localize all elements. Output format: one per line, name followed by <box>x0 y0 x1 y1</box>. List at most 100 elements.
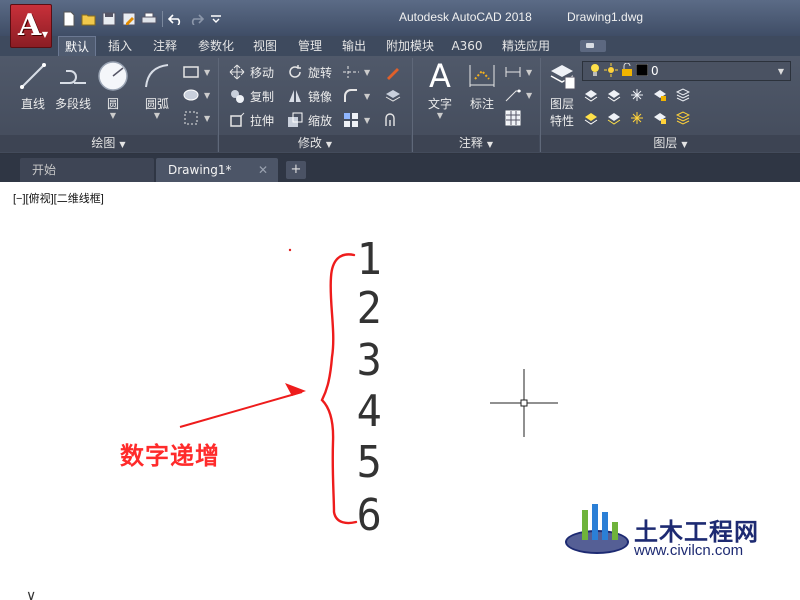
arrow-head-icon <box>285 383 306 396</box>
watermark-url: www.civilcn.com <box>634 542 744 559</box>
chevron-down-icon[interactable]: ▼ <box>204 68 210 77</box>
tab-annotate[interactable]: 注释 <box>144 36 186 56</box>
arc-tool[interactable]: 圆弧 ▼ <box>138 61 176 120</box>
tab-addins[interactable]: 附加模块 <box>378 36 442 56</box>
table-tool[interactable] <box>504 108 522 128</box>
tab-parametric[interactable]: 参数化 <box>190 36 242 56</box>
layer-thaw-icon[interactable] <box>630 111 644 125</box>
undo-icon[interactable] <box>167 10 185 28</box>
redo-icon[interactable] <box>187 10 205 28</box>
stretch-tool[interactable]: 拉伸 <box>228 110 274 130</box>
red-dot <box>288 248 292 252</box>
linear-dim-tool[interactable]: ▼ <box>504 62 532 82</box>
leader-tool[interactable]: ▼ <box>504 85 532 105</box>
text-tool[interactable]: A 文字 ▼ <box>422 57 458 120</box>
chevron-down-icon[interactable]: ▼ <box>422 112 458 120</box>
tab-home[interactable]: 默认 <box>58 36 96 56</box>
ribbon-tab-bar: 默认 插入 注释 参数化 视图 管理 输出 附加模块 A360 精选应用 <box>0 36 800 56</box>
new-icon[interactable] <box>60 10 78 28</box>
layer-properties-tool[interactable]: 图层 特性 <box>544 61 580 129</box>
layer-lock-icon[interactable] <box>653 88 667 102</box>
save-icon[interactable] <box>100 10 118 28</box>
panel-title-annotation[interactable]: 注释 ▼ <box>413 135 539 152</box>
layer-on-icon[interactable] <box>584 111 598 125</box>
chevron-down-icon[interactable]: ▼ <box>138 112 176 120</box>
scale-tool[interactable]: 缩放 <box>286 110 332 130</box>
layer-off-icon[interactable] <box>584 88 598 102</box>
tab-insert[interactable]: 插入 <box>100 36 140 56</box>
tab-a360[interactable]: A360 <box>446 36 488 56</box>
explode-tool[interactable] <box>384 86 402 106</box>
fillet-tool[interactable]: ▼ <box>342 86 370 106</box>
chevron-down-icon[interactable]: ▼ <box>364 68 370 77</box>
chevron-down-icon[interactable]: ▼ <box>96 112 130 120</box>
table-icon <box>504 109 522 127</box>
dimension-tool[interactable]: 标注 <box>464 61 500 112</box>
tab-manage[interactable]: 管理 <box>288 36 332 56</box>
polyline-icon <box>56 61 90 91</box>
saveas-icon[interactable] <box>120 10 138 28</box>
move-tool[interactable]: 移动 <box>228 62 274 82</box>
open-icon[interactable] <box>80 10 98 28</box>
chevron-down-icon[interactable]: ▼ <box>364 116 370 125</box>
layer-dropdown[interactable]: 0 ▼ <box>582 61 791 81</box>
drawing-tab-label: Drawing1* <box>168 163 232 177</box>
rotate-tool[interactable]: 旋转 <box>286 62 332 82</box>
rectangle-icon <box>182 63 200 81</box>
chevron-down-icon: ▼ <box>486 140 494 149</box>
tab-featured-apps[interactable]: 精选应用 <box>494 36 558 56</box>
layer-isolate-icon[interactable] <box>607 88 621 102</box>
color-swatch-icon <box>635 63 649 79</box>
tab-view[interactable]: 视图 <box>246 36 284 56</box>
ribbon-options-icon[interactable] <box>580 40 606 52</box>
offset-tool[interactable] <box>384 110 402 130</box>
trim-tool[interactable]: ▼ <box>342 62 370 82</box>
chevron-down-icon[interactable]: ▼ <box>526 91 532 100</box>
app-name: Autodesk AutoCAD 2018 <box>399 10 532 24</box>
panel-title-draw[interactable]: 绘图 ▼ <box>0 135 217 152</box>
mirror-icon <box>286 87 304 105</box>
scale-icon <box>286 111 304 129</box>
panel-title-layers[interactable]: 图层 ▼ <box>541 135 800 152</box>
new-tab-button[interactable]: + <box>286 161 306 179</box>
layer-current-icon[interactable] <box>675 111 691 125</box>
circle-tool[interactable]: 圆 ▼ <box>96 61 130 120</box>
polyline-tool[interactable]: 多段线 <box>53 61 93 112</box>
mirror-tool[interactable]: 镜像 <box>286 86 332 106</box>
quick-access-toolbar <box>60 10 225 28</box>
red-annotation-text: 数字递增 <box>120 442 220 470</box>
lightbulb-icon <box>589 63 601 80</box>
move-icon <box>228 63 246 81</box>
tab-output[interactable]: 输出 <box>334 36 374 56</box>
chevron-down-icon[interactable]: ▼ <box>364 92 370 101</box>
copy-tool[interactable]: 复制 <box>228 86 274 106</box>
trim-icon <box>342 63 360 81</box>
layer-unisolate-icon[interactable] <box>607 111 621 125</box>
close-icon[interactable]: ✕ <box>258 158 268 182</box>
line-icon <box>16 61 50 91</box>
line-tool[interactable]: 直线 <box>14 61 52 112</box>
erase-icon <box>384 63 402 81</box>
rectangle-tool[interactable]: ▼ <box>182 62 210 82</box>
tab-start[interactable]: 开始 <box>20 158 154 182</box>
unlock-icon <box>621 62 633 80</box>
erase-tool[interactable] <box>384 62 402 82</box>
tab-drawing1[interactable]: Drawing1* ✕ <box>156 158 278 182</box>
boundary-tool[interactable]: ▼ <box>182 108 210 128</box>
hatch-tool[interactable]: ▼ <box>182 85 210 105</box>
title-bar: Autodesk AutoCAD 2018 Drawing1.dwg <box>0 0 800 36</box>
chevron-down-icon[interactable]: ▼ <box>204 91 210 100</box>
customize-icon[interactable] <box>207 10 225 28</box>
arc-icon <box>140 61 174 91</box>
panel-title-modify[interactable]: 修改 ▼ <box>219 135 411 152</box>
layer-match-icon[interactable] <box>675 88 691 102</box>
chevron-down-icon[interactable]: ▼ <box>204 114 210 123</box>
layer-unlock-icon[interactable] <box>653 111 667 125</box>
autocad-logo-icon: A <box>18 8 42 43</box>
application-menu-button[interactable]: A ▼ <box>10 4 52 48</box>
layer-freeze-icon[interactable] <box>630 88 644 102</box>
current-layer-name: 0 <box>651 64 659 78</box>
plot-icon[interactable] <box>140 10 158 28</box>
chevron-down-icon[interactable]: ▼ <box>526 68 532 77</box>
array-tool[interactable]: ▼ <box>342 110 370 130</box>
